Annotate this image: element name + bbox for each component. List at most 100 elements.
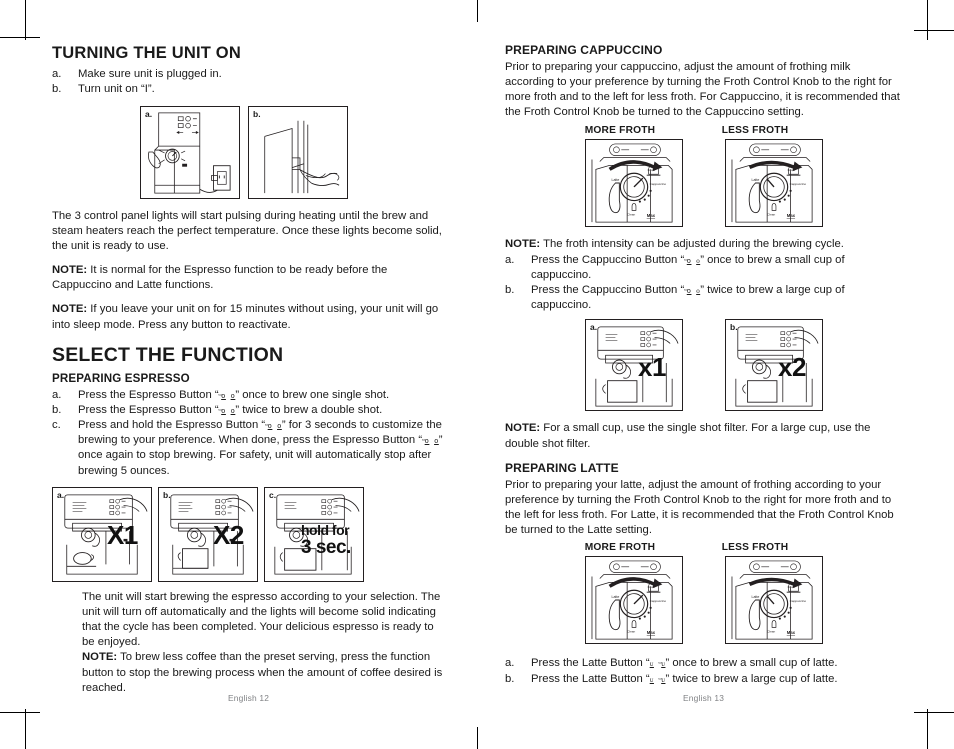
cappuccino-button-icon: ▭o ᴏ xyxy=(684,287,701,296)
figure-cappuccino-x2: b. x2 xyxy=(725,319,823,412)
heading-preparing-cappuccino: PREPARING CAPPUCCINO xyxy=(505,43,663,57)
list-marker: b. xyxy=(52,403,62,416)
note-label: NOTE: xyxy=(52,303,88,316)
list-marker: b. xyxy=(505,284,515,297)
list-text: Make sure unit is plugged in. xyxy=(78,68,222,81)
list-marker: a. xyxy=(505,657,515,670)
folio-right: English 13 xyxy=(683,693,725,703)
note-text: The froth intensity can be adjusted duri… xyxy=(543,237,844,250)
list-text-pre: Press the Espresso Button “ xyxy=(78,403,219,416)
figure-espresso-x1: a. X1 xyxy=(52,486,152,582)
espresso-step-list: a. Press the Espresso Button “▭o o” once… xyxy=(52,388,444,479)
list-item: a. Press the Latte Button “ᴜ ▭ᴜ” once to… xyxy=(505,656,900,671)
note-text: It is normal for the Espresso function t… xyxy=(52,264,388,292)
latte-knob-figure-row: Latte Cappuccino Froth Clean Max Latte C… xyxy=(585,556,900,645)
cappuccino-button-icon: ▭o ᴏ xyxy=(684,256,701,265)
list-item: c. Press and hold the Espresso Button “▭… xyxy=(52,418,444,479)
crop-mark-bottom-right-v xyxy=(927,709,928,749)
note-shot-filter: NOTE: For a small cup, use the single sh… xyxy=(505,421,900,451)
illustration-froth-knob-more: Latte Cappuccino Froth Clean Max xyxy=(591,143,673,223)
figure-overlay-x1: x1 xyxy=(638,352,666,383)
note-froth-intensity: NOTE: The froth intensity can be adjuste… xyxy=(505,237,900,252)
note-text: To brew less coffee than the preset serv… xyxy=(82,651,443,694)
illustration-hand-power-switch xyxy=(264,120,340,193)
cappuccino-knob-figure-row: Latte Cappuccino Froth Clean Max Latte C… xyxy=(585,138,900,227)
list-item: a. Press the Espresso Button “▭o o” once… xyxy=(52,388,444,403)
svg-text:Max: Max xyxy=(647,213,656,218)
figure-overlay-x1: X1 xyxy=(107,519,138,550)
svg-text:Froth: Froth xyxy=(788,585,795,589)
list-text-pre: Press the Latte Button “ xyxy=(531,672,650,685)
svg-text:Froth: Froth xyxy=(648,585,655,589)
figure-cappuccino-x1: a. x1 xyxy=(585,319,683,412)
svg-text:Cappuccino: Cappuccino xyxy=(650,599,667,603)
paragraph-latte-froth: Prior to preparing your latte, adjust th… xyxy=(505,478,894,537)
list-item: b. Press the Latte Button “ᴜ ▭ᴜ” twice t… xyxy=(505,672,900,687)
svg-text:Froth: Froth xyxy=(788,167,795,171)
svg-text:Cappuccino: Cappuccino xyxy=(790,599,807,603)
figure-label: a. xyxy=(145,108,153,119)
figure-espresso-hold: c. hold for 3 sec. xyxy=(264,486,364,582)
figure-label: a. xyxy=(57,489,65,500)
list-text: Turn unit on “I”. xyxy=(78,83,155,96)
svg-text:Cappuccino: Cappuccino xyxy=(650,182,667,186)
note-text: If you leave your unit on for 15 minutes… xyxy=(52,303,439,331)
list-marker: a. xyxy=(52,68,62,81)
espresso-closing-block: The unit will start brewing the espresso… xyxy=(82,590,444,696)
figure-espresso-x2: b. X2 xyxy=(158,486,258,582)
cappuccino-step-list: a. Press the Cappuccino Button “▭o ᴏ” on… xyxy=(505,253,900,314)
list-marker: b. xyxy=(505,672,515,685)
heading-select-the-function: SELECT THE FUNCTION xyxy=(52,343,284,366)
figure-overlay-hold-for: hold for xyxy=(301,521,350,538)
svg-text:Latte: Latte xyxy=(752,178,760,182)
list-text-pre: Press and hold the Espresso Button “ xyxy=(78,418,266,431)
figure-label: c. xyxy=(269,489,277,500)
note-label: NOTE: xyxy=(505,237,541,250)
heading-turning-the-unit-on: TURNING THE UNIT ON xyxy=(52,44,241,62)
paragraph-cappuccino-froth: Prior to preparing your cappuccino, adju… xyxy=(505,60,900,119)
note-label: NOTE: xyxy=(52,264,88,277)
figure-power-switch: b. xyxy=(248,105,348,199)
svg-text:Cappuccino: Cappuccino xyxy=(790,182,807,186)
espresso-figure-row: a. X1 b. X2 c. hold for 3 sec. xyxy=(52,486,444,582)
illustration-froth-knob-less: Latte Cappuccino Froth Clean Max xyxy=(731,143,813,223)
note-brew-less-coffee: NOTE: To brew less coffee than the prese… xyxy=(82,650,444,696)
list-marker: a. xyxy=(52,388,62,401)
folio-left: English 12 xyxy=(228,693,270,703)
paragraph-espresso-brewing: The unit will start brewing the espresso… xyxy=(82,590,441,649)
figure-label: b. xyxy=(163,489,171,500)
svg-text:Max: Max xyxy=(787,213,796,218)
figure-knob-more-froth-cappuccino: Latte Cappuccino Froth Clean Max xyxy=(585,138,683,227)
list-marker: a. xyxy=(505,253,515,266)
figure-overlay-3-sec: 3 sec. xyxy=(301,536,351,558)
list-item: b. Press the Espresso Button “▭o o” twic… xyxy=(52,403,444,418)
crop-mark-bottom-left-v xyxy=(25,709,26,749)
turning-on-step-list: a. Make sure unit is plugged in. b. Turn… xyxy=(52,67,444,97)
crop-mark-top-left-v xyxy=(25,0,26,40)
list-text-pre: Press the Espresso Button “ xyxy=(78,388,219,401)
figure-knob-more-froth-latte: Latte Cappuccino Froth Clean Max xyxy=(585,556,683,645)
list-marker: b. xyxy=(52,83,62,96)
figure-label: b. xyxy=(730,322,738,333)
svg-text:Clean: Clean xyxy=(767,630,775,634)
illustration-cappuccino-press-once xyxy=(595,326,679,407)
crop-mark-top-left-h xyxy=(0,37,40,38)
heading-preparing-latte: PREPARING LATTE xyxy=(505,460,619,475)
right-page: PREPARING CAPPUCCINO Prior to preparing … xyxy=(505,43,900,687)
heading-preparing-espresso: PREPARING ESPRESSO xyxy=(52,372,190,386)
label-less-froth: LESS FROTH xyxy=(721,124,789,136)
list-text-post: ” once to brew a small cup of latte. xyxy=(665,657,838,670)
note-espresso-ready: NOTE: It is normal for the Espresso func… xyxy=(52,263,444,293)
note-text: For a small cup, use the single shot fil… xyxy=(505,422,871,450)
svg-text:Froth: Froth xyxy=(648,167,655,171)
espresso-button-icon: ▭o o xyxy=(265,421,282,430)
fold-mark-top-center xyxy=(477,0,478,22)
label-less-froth: LESS FROTH xyxy=(721,542,789,554)
figure-label: b. xyxy=(253,108,261,119)
left-page: TURNING THE UNIT ON a. Make sure unit is… xyxy=(52,44,444,696)
list-item: a. Press the Cappuccino Button “▭o ᴏ” on… xyxy=(505,253,900,283)
svg-text:Clean: Clean xyxy=(627,212,635,216)
label-more-froth: MORE FROTH xyxy=(584,124,656,136)
crop-mark-top-right-v xyxy=(927,0,928,40)
svg-text:Latte: Latte xyxy=(612,178,620,182)
